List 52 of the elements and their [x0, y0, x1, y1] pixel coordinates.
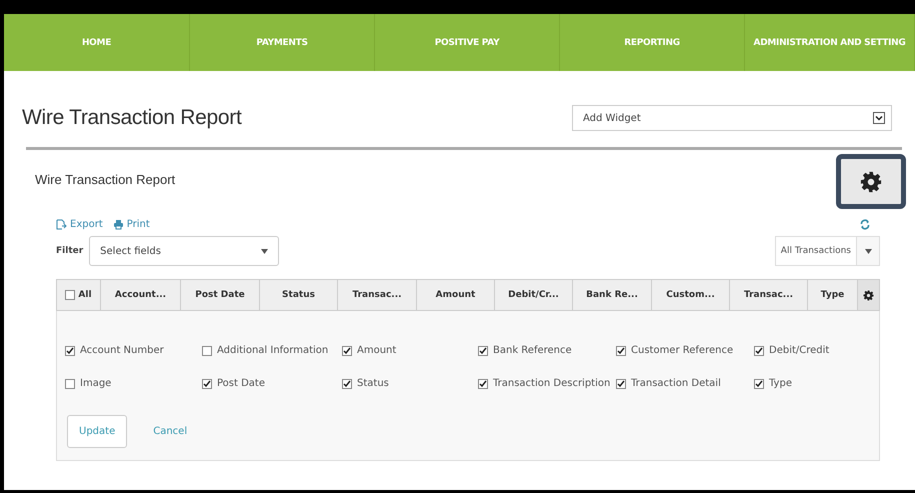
- field-checkbox[interactable]: [616, 346, 626, 356]
- column-header[interactable]: Custom...: [652, 280, 730, 310]
- page-title: Wire Transaction Report: [22, 106, 242, 130]
- field-checkbox[interactable]: [478, 378, 488, 388]
- field-checkbox[interactable]: [478, 346, 488, 356]
- field-label: Bank Reference: [493, 345, 572, 356]
- column-header[interactable]: Post Date: [181, 280, 260, 310]
- settings-icon: [860, 170, 882, 192]
- column-header[interactable]: Amount: [417, 280, 495, 310]
- field-checkbox[interactable]: [342, 346, 352, 356]
- column-header[interactable]: Transac...: [338, 280, 417, 310]
- widget-select[interactable]: Add Widget: [572, 105, 892, 131]
- filter-label: Filter: [56, 246, 84, 256]
- field-checkbox[interactable]: [202, 346, 212, 356]
- field-checkbox[interactable]: [616, 378, 626, 388]
- caret-icon: [261, 248, 268, 254]
- field-checkbox[interactable]: [65, 346, 75, 356]
- field-checkbox[interactable]: [342, 378, 352, 388]
- field-label: Image: [80, 378, 112, 389]
- field-label: Transaction Description: [493, 378, 610, 389]
- select-all-checkbox[interactable]: [65, 290, 76, 300]
- print-icon: [112, 219, 124, 230]
- column-header[interactable]: Status: [260, 280, 338, 310]
- field-label: Status: [357, 378, 389, 389]
- export-icon: [56, 219, 67, 230]
- transactions-select[interactable]: All Transactions: [774, 236, 880, 266]
- field-label: Additional Information: [217, 345, 328, 356]
- column-header[interactable]: Bank Re...: [573, 280, 652, 310]
- column-settings-icon: [863, 290, 874, 300]
- field-label: Transaction Detail: [631, 378, 721, 389]
- field-label: Account Number: [80, 345, 164, 356]
- refresh-icon[interactable]: [860, 219, 870, 230]
- column-header[interactable]: Account...: [101, 280, 181, 310]
- print-link[interactable]: Print: [112, 219, 150, 230]
- panel-title: Wire Transaction Report: [35, 172, 176, 187]
- column-header[interactable]: Transac...: [730, 280, 808, 310]
- caret-icon: [864, 248, 872, 254]
- select-all-label: All: [78, 290, 92, 300]
- field-checkbox[interactable]: [754, 346, 764, 356]
- export-link[interactable]: Export: [56, 219, 103, 230]
- field-label: Amount: [357, 345, 396, 356]
- dropdown-icon: [873, 112, 885, 124]
- filter-select[interactable]: Select fields: [89, 236, 280, 266]
- field-label: Type: [769, 378, 792, 389]
- settings-button[interactable]: [836, 154, 906, 209]
- field-checkbox[interactable]: [202, 378, 212, 388]
- field-label: Post Date: [217, 378, 266, 389]
- field-label: Customer Reference: [631, 345, 734, 356]
- field-label: Debit/Credit: [769, 345, 830, 356]
- field-checkbox[interactable]: [754, 378, 764, 388]
- field-checkbox[interactable]: [65, 378, 75, 388]
- column-header[interactable]: Debit/Cr...: [495, 280, 573, 310]
